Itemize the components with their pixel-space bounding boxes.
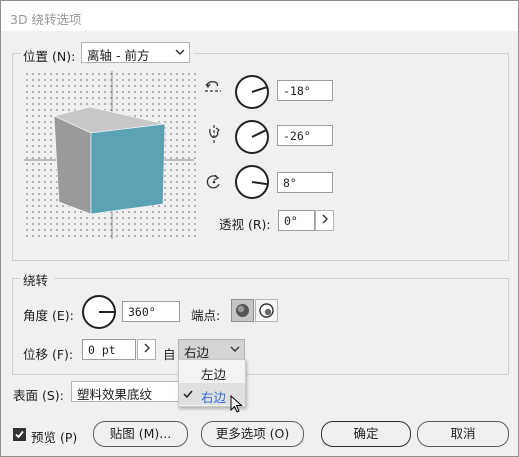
cancel-button[interactable]: 取消 [417,421,509,447]
chevron-down-icon [175,49,185,55]
surface-label: 表面 (S): [13,388,64,403]
cap-on-button[interactable] [231,299,254,322]
chevron-right-icon [144,343,150,353]
z-rotation-dial[interactable] [233,163,271,201]
position-label: 位置 (N): [23,49,76,64]
perspective-input[interactable]: 0° [278,210,315,231]
angle-label: 角度 (E): [23,308,74,323]
angle-input[interactable]: 360° [122,301,180,322]
mouse-cursor-icon [230,395,243,413]
revolve-options-dialog: 3D 绕转选项 位置 (N): 离轴 - 前方 -18° -26° 8° 透视 … [0,0,519,457]
position-dropdown[interactable]: 离轴 - 前方 [81,42,190,63]
from-dropdown-value: 右边 [184,345,210,360]
surface-dropdown-value: 塑料效果底纹 [77,387,153,402]
chevron-right-icon [322,214,328,224]
checkmark-icon [15,430,24,439]
perspective-stepper-button[interactable] [315,210,334,231]
x-rotation-dial[interactable] [233,73,271,111]
z-rotation-input[interactable]: 8° [277,172,333,193]
from-option-left[interactable]: 左边 [179,360,245,382]
map-art-button[interactable]: 贴图 (M)... [93,421,188,447]
cube-preview-track[interactable] [24,71,198,241]
y-axis-rotate-icon [209,125,220,143]
cap-hollow-icon [259,303,274,318]
cube-front-face [90,123,166,215]
chevron-down-icon [230,346,240,352]
surface-dropdown[interactable]: 塑料效果底纹 [71,381,181,402]
from-label: 自 [163,347,176,362]
title-bar[interactable]: 3D 绕转选项 [1,1,518,31]
more-options-button[interactable]: 更多选项 (O) [201,421,304,447]
x-axis-rotate-icon [205,81,221,92]
revolve-section-label: 绕转 [23,273,49,288]
x-rotation-input[interactable]: -18° [277,80,333,101]
preview-label[interactable]: 预览 (P) [31,427,77,446]
cube-preview[interactable] [24,71,198,241]
from-dropdown[interactable]: 右边 [178,339,245,360]
cube-left-face [53,115,92,215]
cap-label: 端点: [191,308,221,323]
y-rotation-dial[interactable] [233,118,271,156]
ok-button[interactable]: 确定 [321,421,411,447]
offset-stepper-button[interactable] [137,339,156,360]
preview-checkbox[interactable] [13,428,26,441]
dialog-title: 3D 绕转选项 [10,12,82,27]
perspective-label: 透视 (R): [219,217,271,232]
position-dropdown-value: 离轴 - 前方 [87,48,150,63]
cap-off-button[interactable] [255,299,278,322]
angle-dial[interactable] [80,293,118,331]
z-axis-rotate-icon [206,174,220,189]
y-rotation-input[interactable]: -26° [277,125,333,146]
checkmark-icon [183,390,193,399]
offset-input[interactable]: 0 pt [82,339,136,360]
cap-solid-icon [236,304,249,317]
offset-label: 位移 (F): [23,347,74,362]
